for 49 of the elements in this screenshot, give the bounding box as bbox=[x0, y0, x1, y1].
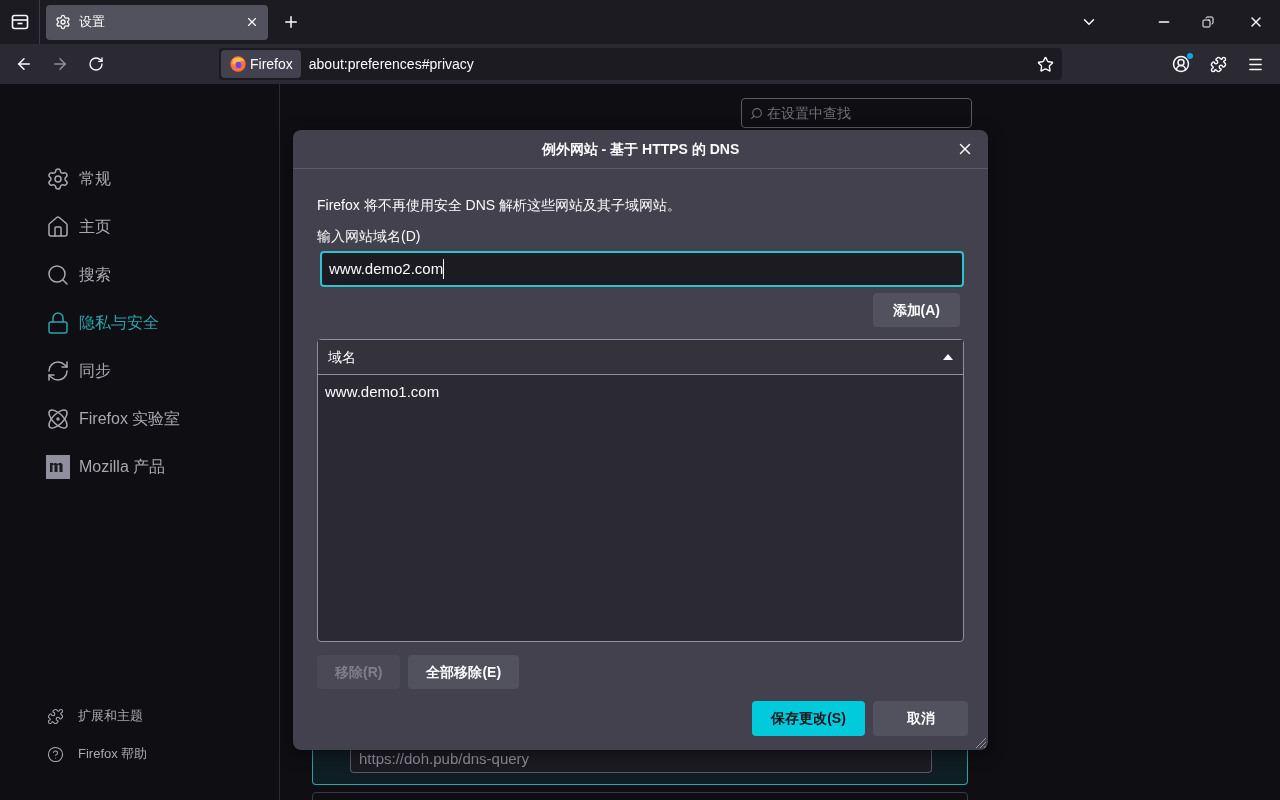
back-icon[interactable] bbox=[15, 55, 33, 73]
column-header[interactable]: 域名 bbox=[318, 340, 963, 375]
dialog-description: Firefox 将不再使用安全 DNS 解析这些网站及其子域网站。 bbox=[317, 196, 682, 215]
sidebar-item[interactable]: Mozilla 产品 bbox=[46, 451, 279, 483]
sidebar-link[interactable]: 扩展和主题 bbox=[47, 704, 279, 728]
domain-row[interactable]: www.demo1.com bbox=[318, 375, 963, 409]
url-text: about:preferences#privacy bbox=[308, 54, 475, 74]
field-label: 输入网站域名(D) bbox=[317, 227, 422, 246]
new-tab-icon[interactable] bbox=[282, 13, 300, 31]
search-field[interactable]: 在设置中查找 bbox=[741, 98, 972, 128]
dialog-title: 例外网站 - 基于 HTTPS 的 DNS bbox=[541, 139, 740, 159]
account-icon[interactable] bbox=[1172, 55, 1190, 73]
gear-icon bbox=[46, 167, 70, 191]
sidebar-item[interactable]: 主页 bbox=[46, 211, 279, 243]
sidebar-item[interactable]: 搜索 bbox=[46, 259, 279, 291]
lock-icon bbox=[46, 311, 70, 335]
cancel-button[interactable]: 取消 bbox=[873, 701, 968, 736]
sidebar-item[interactable]: 同步 bbox=[46, 355, 279, 387]
firefox-logo-icon bbox=[229, 55, 247, 73]
tab-title: 设置 bbox=[79, 13, 106, 32]
sidebar-item[interactable]: 隐私与安全 bbox=[46, 307, 279, 339]
help-icon bbox=[47, 745, 64, 763]
atom-icon bbox=[46, 407, 70, 431]
add-button[interactable]: 添加(A) bbox=[872, 293, 960, 327]
save-button[interactable]: 保存更改(S) bbox=[752, 701, 865, 736]
reload-icon[interactable] bbox=[88, 56, 104, 72]
browser-tab[interactable]: 设置 bbox=[46, 4, 268, 40]
close-tab-icon[interactable] bbox=[245, 15, 259, 29]
search-icon bbox=[750, 106, 763, 120]
search-icon bbox=[46, 263, 70, 287]
address-bar[interactable]: Firefox about:preferences#privacy bbox=[219, 48, 1062, 80]
m-logo-icon bbox=[46, 455, 70, 479]
remove-all-button[interactable]: 全部移除(E) bbox=[408, 655, 520, 689]
gear-icon bbox=[55, 14, 71, 30]
sidebar-link[interactable]: Firefox 帮助 bbox=[47, 742, 279, 766]
puzzle-icon bbox=[47, 707, 64, 725]
sidebar-item[interactable]: 常规 bbox=[46, 163, 279, 195]
sync-icon bbox=[46, 359, 70, 383]
star-icon[interactable] bbox=[1037, 55, 1054, 73]
restore-icon[interactable] bbox=[1202, 16, 1214, 28]
house-icon bbox=[46, 215, 70, 239]
forward-icon[interactable] bbox=[51, 55, 69, 73]
sidebar-item[interactable]: Firefox 实验室 bbox=[46, 403, 279, 435]
puzzle-icon[interactable] bbox=[1210, 55, 1227, 73]
domain-input[interactable]: www.demo2.com bbox=[320, 251, 964, 287]
identity-badge[interactable]: Firefox bbox=[221, 50, 301, 78]
identity-label: Firefox bbox=[250, 54, 293, 74]
resize-grip-icon[interactable] bbox=[975, 737, 987, 749]
archive-box-icon bbox=[10, 14, 29, 30]
